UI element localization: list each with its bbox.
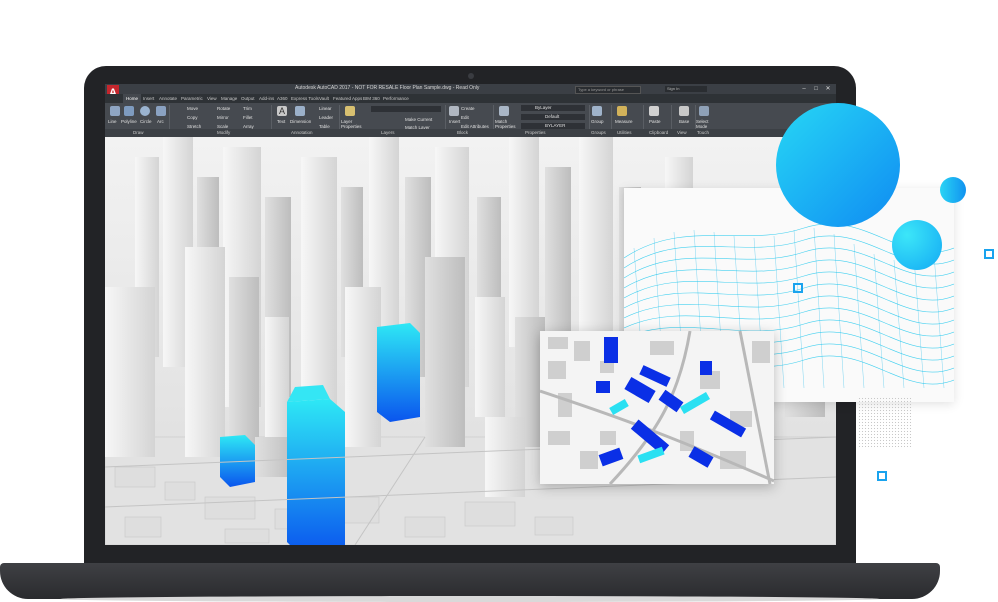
laptop-base [0,563,940,599]
panel-properties-label[interactable]: Properties [525,129,546,137]
dimension-icon[interactable] [295,106,305,116]
match-properties-button[interactable]: Match Properties [495,119,517,129]
ribbon-panel-labels: Draw Modify Annotation Layers Block Prop… [105,129,836,137]
paste-icon[interactable] [649,106,659,116]
layer-properties-button[interactable]: Layer Properties [341,119,367,129]
panel-modify-label[interactable]: Modify [217,129,230,137]
ribbon-tab-bar: Home Insert Annotate Parametric View Man… [105,94,836,103]
panel-block-label[interactable]: Block [457,129,468,137]
make-current-button[interactable]: Make Current [405,117,432,123]
layer-dropdown[interactable] [371,106,441,112]
tab-home[interactable]: Home [123,94,142,103]
window-title: Autodesk AutoCAD 2017 - NOT FOR RESALE F… [295,85,480,91]
base-icon[interactable] [679,106,689,116]
tab-view[interactable]: View [207,94,217,103]
site-plan-map-card [540,331,774,484]
group-button[interactable]: Group [591,119,604,125]
circle-button[interactable]: Circle [140,119,152,125]
arc-icon[interactable] [156,106,166,116]
base-button[interactable]: Base [679,119,689,125]
laptop-shadow [60,596,880,602]
panel-annotation-label[interactable]: Annotation [291,129,313,137]
panel-groups-label[interactable]: Groups [591,129,606,137]
insert-icon[interactable] [449,106,459,116]
select-mode-button[interactable]: Select Mode [696,119,714,129]
panel-layers-label[interactable]: Layers [381,129,395,137]
edit-button[interactable]: Edit [461,115,469,121]
tab-annotate[interactable]: Annotate [159,94,177,103]
decorative-circle-large [776,103,900,227]
leader-button[interactable]: Leader [319,115,333,121]
circle-icon[interactable] [140,106,150,116]
create-button[interactable]: Create [461,106,475,112]
line-icon[interactable] [110,106,120,116]
decorative-dot-grid [858,397,912,447]
tab-express-tools[interactable]: Express Tools [291,94,319,103]
panel-view-label[interactable]: View [677,129,687,137]
decorative-circle-small [940,177,966,203]
move-button[interactable]: Move [187,106,198,112]
polyline-icon[interactable] [124,106,134,116]
tab-bim360[interactable]: BIM 360 [363,94,380,103]
insert-button[interactable]: Insert [449,119,460,125]
decorative-circle-medium [892,220,942,270]
tab-parametric[interactable]: Parametric [181,94,203,103]
arc-button[interactable]: Arc [157,119,164,125]
site-plan-map-graphic [540,331,774,484]
copy-button[interactable]: Copy [187,115,198,121]
search-input[interactable]: Type a keyword or phrase [575,86,641,94]
minimize-icon[interactable]: – [799,85,809,93]
group-icon[interactable] [592,106,602,116]
tab-add-ins[interactable]: Add-ins [259,94,274,103]
tab-a360[interactable]: A360 [277,94,288,103]
fillet-button[interactable]: Fillet [243,115,253,121]
title-bar: Autodesk AutoCAD 2017 - NOT FOR RESALE F… [105,84,836,94]
dimension-button[interactable]: Dimension [290,119,311,125]
trim-button[interactable]: Trim [243,106,252,112]
sign-in-button[interactable]: Sign In [665,86,707,92]
text-button[interactable]: Text [277,119,285,125]
color-dropdown[interactable]: ByLayer [521,105,585,111]
laptop-camera [468,73,474,79]
tab-performance[interactable]: Performance [383,94,409,103]
paste-button[interactable]: Paste [649,119,661,125]
tab-vault[interactable]: Vault [319,94,329,103]
layer-properties-icon[interactable] [345,106,355,116]
panel-clipboard-label[interactable]: Clipboard [649,129,668,137]
maximize-icon[interactable]: □ [811,85,821,93]
line-button[interactable]: Line [108,119,117,125]
tab-manage[interactable]: Manage [221,94,237,103]
tab-insert[interactable]: Insert [143,94,154,103]
linear-button[interactable]: Linear [319,106,332,112]
lineweight-dropdown[interactable]: Default [521,114,585,120]
select-mode-icon[interactable] [699,106,709,116]
decorative-square-3 [877,471,887,481]
measure-icon[interactable] [617,106,627,116]
text-icon[interactable]: A [277,106,287,116]
rotate-button[interactable]: Rotate [217,106,230,112]
mirror-button[interactable]: Mirror [217,115,229,121]
close-icon[interactable]: ✕ [823,85,833,93]
panel-utilities-label[interactable]: Utilities [617,129,632,137]
decorative-square-1 [793,283,803,293]
decorative-square-2 [984,249,994,259]
polyline-button[interactable]: Polyline [121,119,137,125]
match-properties-icon[interactable] [499,106,509,116]
panel-touch-label[interactable]: Touch [697,129,709,137]
tab-output[interactable]: Output [241,94,255,103]
panel-draw-label[interactable]: Draw [133,129,144,137]
tab-featured-apps[interactable]: Featured Apps [333,94,362,103]
measure-button[interactable]: Measure [615,119,633,125]
